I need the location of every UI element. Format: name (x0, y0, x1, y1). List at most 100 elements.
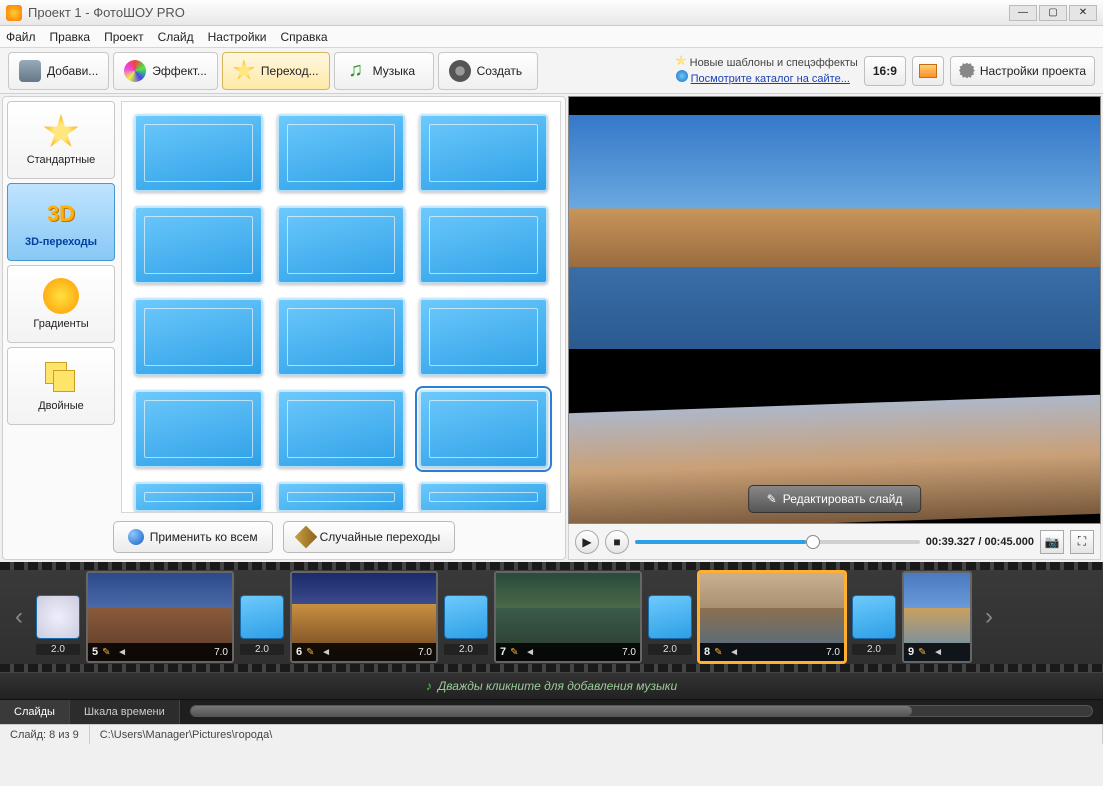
main-toolbar: Добави... Эффект... Переход... ♫ Музыка … (0, 48, 1103, 94)
play-button[interactable]: ▶ (575, 530, 599, 554)
transition-item[interactable] (419, 206, 548, 284)
project-settings-label: Настройки проекта (980, 64, 1086, 78)
menu-edit[interactable]: Правка (50, 30, 91, 44)
transition-chip[interactable]: 2.0 (648, 595, 692, 639)
notif-catalog-link[interactable]: Посмотрите каталог на сайте... (691, 73, 850, 85)
aspect-ratio-label: 16:9 (873, 64, 897, 78)
picture-icon (919, 64, 937, 78)
project-settings-button[interactable]: Настройки проекта (950, 56, 1095, 86)
menu-file[interactable]: Файл (6, 30, 36, 44)
category-3d-label: 3D-переходы (25, 236, 97, 248)
tab-transitions[interactable]: Переход... (222, 52, 330, 90)
playback-slider[interactable] (635, 540, 920, 544)
pencil-icon[interactable]: ✎ (306, 647, 317, 658)
left-icon[interactable]: ◄ (525, 647, 536, 658)
timeline-next-button[interactable]: › (978, 577, 1000, 657)
apply-all-label: Применить ко всем (150, 530, 258, 544)
tab-create[interactable]: Создать (438, 52, 538, 90)
transition-item[interactable] (277, 390, 406, 468)
maximize-button[interactable]: ▢ (1039, 5, 1067, 21)
star-icon (676, 55, 687, 66)
tab-music[interactable]: ♫ Музыка (334, 52, 434, 90)
music-track[interactable]: ♪ Дважды кликните для добавления музыки (0, 672, 1103, 700)
fullscreen-button[interactable]: ⛶ (1070, 530, 1094, 554)
transition-chip[interactable]: 2.0 (852, 595, 896, 639)
gradient-icon (43, 278, 79, 314)
slide-thumb[interactable]: 7✎◄7.0 (494, 571, 642, 663)
slide-info-bar: 9 ✎ ◄ (904, 643, 970, 661)
background-button[interactable] (912, 56, 944, 86)
snapshot-button[interactable]: 📷 (1040, 530, 1064, 554)
timeline-scrollbar[interactable] (190, 705, 1093, 717)
slide-thumb[interactable]: 9 ✎ ◄ (902, 571, 972, 663)
pencil-icon[interactable]: ✎ (918, 647, 929, 658)
tab-add-label: Добави... (47, 64, 98, 78)
transition-chip[interactable]: 2.0 (444, 595, 488, 639)
transition-item[interactable] (134, 390, 263, 468)
transition-item[interactable] (134, 298, 263, 376)
transition-item[interactable] (277, 482, 406, 512)
category-gradients[interactable]: Градиенты (7, 265, 115, 343)
menu-settings[interactable]: Настройки (208, 30, 267, 44)
slide-number: 6 (296, 646, 302, 658)
transition-chip[interactable]: 2.0 (36, 595, 80, 639)
time-display: 00:39.327 / 00:45.000 (926, 536, 1034, 548)
pencil-icon[interactable]: ✎ (714, 647, 725, 658)
left-icon[interactable]: ◄ (321, 647, 332, 658)
edit-slide-button[interactable]: ✎ Редактировать слайд (748, 485, 922, 513)
star-icon (233, 60, 255, 82)
tab-add[interactable]: Добави... (8, 52, 109, 90)
random-label: Случайные переходы (320, 530, 441, 544)
transitions-grid[interactable] (121, 101, 561, 513)
random-transitions-button[interactable]: Случайные переходы (283, 521, 456, 553)
category-gradients-label: Градиенты (33, 318, 88, 330)
left-icon[interactable]: ◄ (117, 647, 128, 658)
transition-item[interactable] (419, 298, 548, 376)
category-standard[interactable]: Стандартные (7, 101, 115, 179)
category-3d[interactable]: 3D 3D-переходы (7, 183, 115, 261)
slide-duration: 7.0 (826, 647, 840, 658)
menu-help[interactable]: Справка (280, 30, 327, 44)
aspect-ratio-button[interactable]: 16:9 (864, 56, 906, 86)
tab-effects[interactable]: Эффект... (113, 52, 218, 90)
transition-item-selected[interactable] (419, 390, 548, 468)
pencil-icon[interactable]: ✎ (510, 647, 521, 658)
transition-item[interactable] (134, 114, 263, 192)
transition-item[interactable] (134, 206, 263, 284)
slide-thumb[interactable]: 6✎◄7.0 (290, 571, 438, 663)
timeline-scrollbar-thumb[interactable] (191, 706, 912, 716)
slide-number: 5 (92, 646, 98, 658)
apply-all-button[interactable]: Применить ко всем (113, 521, 273, 553)
wand-icon (294, 526, 317, 549)
left-icon[interactable]: ◄ (933, 647, 944, 658)
edit-slide-label: Редактировать слайд (783, 492, 903, 506)
notif-templates-label: Новые шаблоны и спецэффекты (690, 57, 858, 69)
timeline-prev-button[interactable]: ‹ (8, 577, 30, 657)
minimize-button[interactable]: — (1009, 5, 1037, 21)
close-button[interactable]: ✕ (1069, 5, 1097, 21)
pencil-icon[interactable]: ✎ (102, 647, 113, 658)
slide-number: 9 (908, 646, 914, 658)
transition-item[interactable] (277, 298, 406, 376)
slide-duration: 7.0 (622, 647, 636, 658)
transition-item[interactable] (419, 114, 548, 192)
stop-button[interactable]: ■ (605, 530, 629, 554)
transition-item[interactable] (419, 482, 548, 512)
film-reel-icon (449, 60, 471, 82)
playback-knob[interactable] (806, 535, 820, 549)
menu-project[interactable]: Проект (104, 30, 144, 44)
transition-item[interactable] (134, 482, 263, 512)
slide-thumb[interactable]: 5✎◄7.0 (86, 571, 234, 663)
transition-item[interactable] (277, 114, 406, 192)
menu-slide[interactable]: Слайд (158, 30, 194, 44)
left-icon[interactable]: ◄ (729, 647, 740, 658)
view-tab-timeline[interactable]: Шкала времени (70, 700, 180, 724)
status-slide: Слайд: 8 из 9 (0, 725, 90, 744)
category-double[interactable]: Двойные (7, 347, 115, 425)
slide-info-bar: 6✎◄7.0 (292, 643, 436, 661)
pencil-icon: ✎ (767, 492, 777, 506)
view-tab-slides[interactable]: Слайды (0, 700, 70, 724)
transition-item[interactable] (277, 206, 406, 284)
transition-chip[interactable]: 2.0 (240, 595, 284, 639)
slide-thumb[interactable]: 8✎◄7.0 (698, 571, 846, 663)
